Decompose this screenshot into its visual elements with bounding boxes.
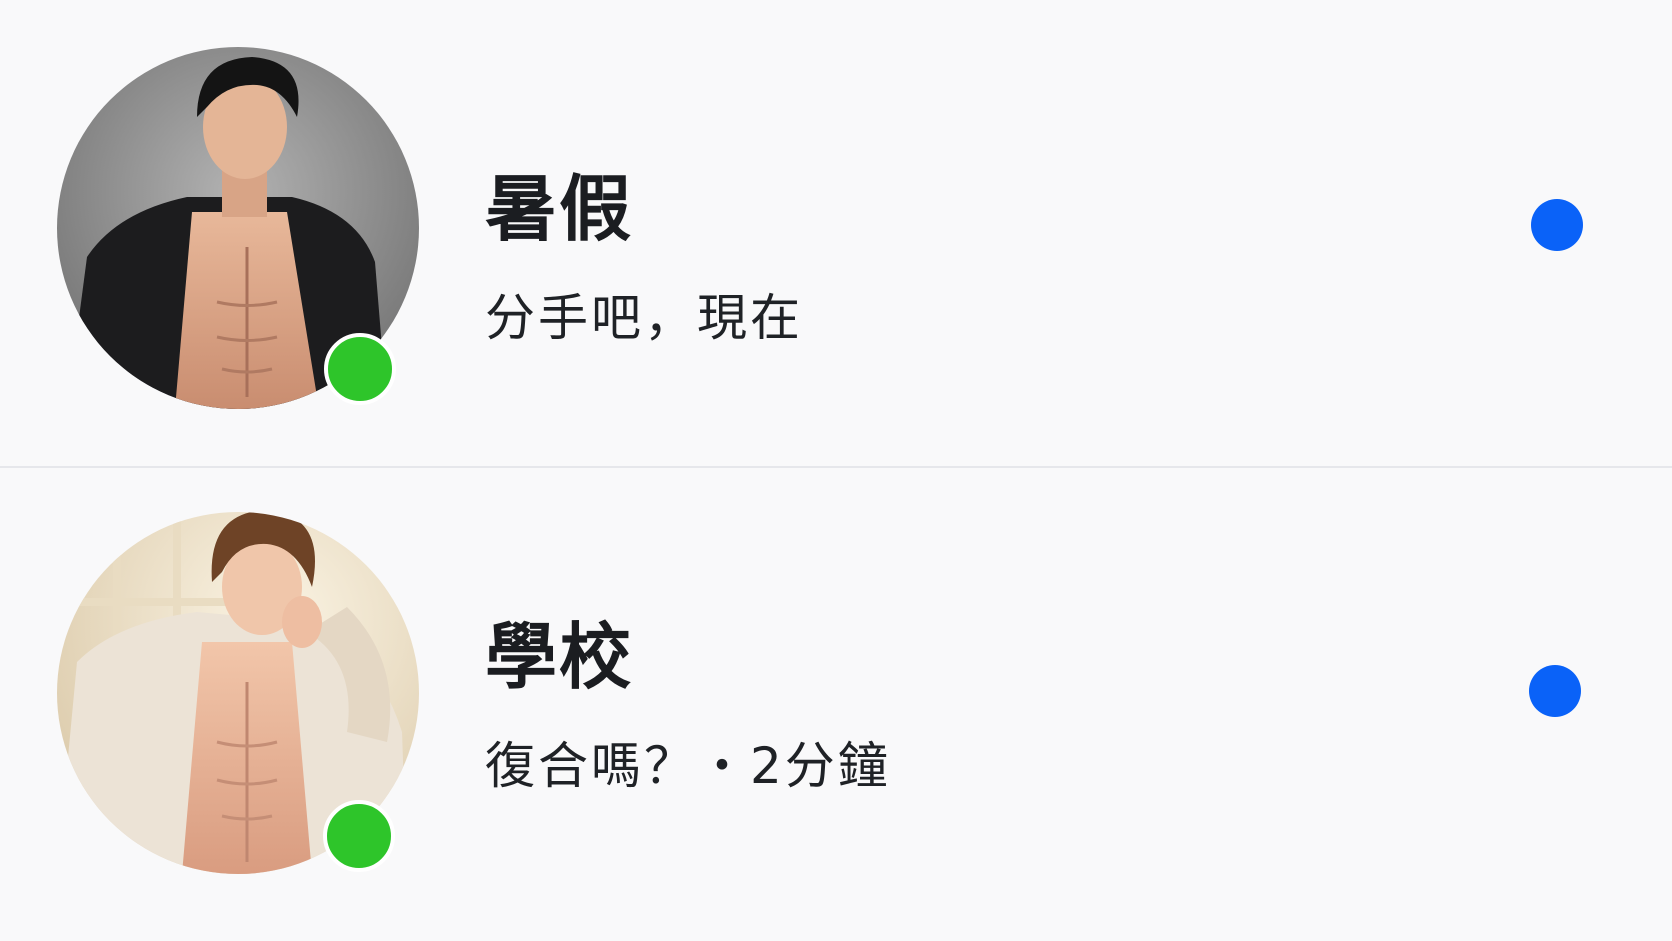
unread-indicator — [1531, 199, 1583, 251]
message-preview: 復合嗎？・2分鐘 — [485, 737, 891, 795]
online-status-indicator — [324, 333, 396, 405]
avatar-container[interactable] — [57, 47, 419, 409]
conversation-list: 暑假 分手吧，現在 學校 復合嗎？・2分鐘 — [0, 0, 1672, 941]
conversation-item[interactable]: 學校 復合嗎？・2分鐘 — [0, 468, 1672, 941]
avatar-container[interactable] — [57, 512, 419, 874]
conversation-name: 學校 — [485, 615, 634, 699]
online-status-indicator — [323, 800, 395, 872]
conversation-item[interactable]: 暑假 分手吧，現在 — [0, 0, 1672, 466]
message-preview: 分手吧，現在 — [485, 289, 803, 347]
conversation-name: 暑假 — [485, 167, 634, 251]
unread-indicator — [1529, 665, 1581, 717]
